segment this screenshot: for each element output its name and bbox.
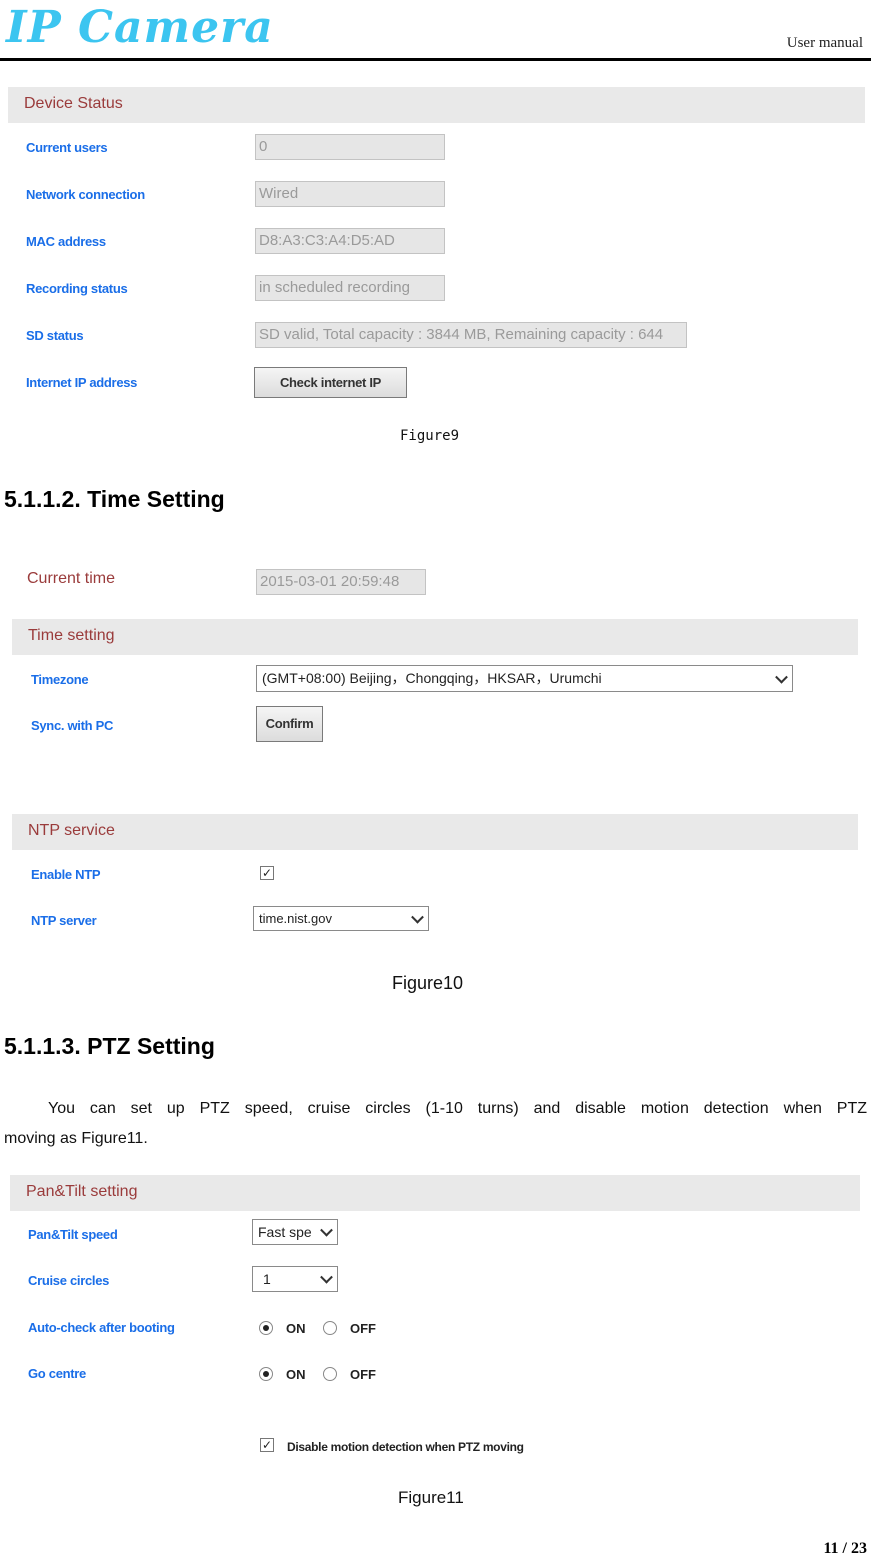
chevron-down-icon <box>411 910 424 924</box>
ntp-service-title: NTP service <box>28 822 115 839</box>
current-users-field: 0 <box>255 134 445 160</box>
recording-status-field: in scheduled recording <box>255 275 445 301</box>
figure9-caption: Figure9 <box>400 428 460 444</box>
internet-ip-label: Internet IP address <box>26 375 138 390</box>
ntp-server-value: time.nist.gov <box>259 911 332 926</box>
check-internet-ip-button[interactable]: Check internet IP <box>254 367 407 398</box>
enable-ntp-checkbox[interactable]: ✓ <box>260 866 274 880</box>
pan-tilt-speed-select[interactable]: Fast spe <box>252 1219 338 1245</box>
mac-address-field: D8:A3:C3:A4:D5:AD <box>255 228 445 254</box>
page-number: 11 / 23 <box>823 1540 867 1557</box>
disable-motion-label: Disable motion detection when PTZ moving <box>287 1440 524 1454</box>
cruise-circles-label: Cruise circles <box>28 1273 110 1288</box>
network-connection-field: Wired <box>255 181 445 207</box>
chevron-down-icon <box>320 1223 333 1237</box>
auto-check-on-label: ON <box>286 1321 306 1336</box>
ntp-server-select[interactable]: time.nist.gov <box>253 906 429 931</box>
ntp-service-header: NTP service <box>12 814 858 850</box>
mac-address-label: MAC address <box>26 234 106 249</box>
auto-check-on-radio[interactable] <box>259 1321 273 1335</box>
doc-type-label: User manual <box>786 35 863 51</box>
pan-tilt-speed-label: Pan&Tilt speed <box>28 1227 118 1242</box>
recording-status-label: Recording status <box>26 281 128 296</box>
auto-check-off-radio[interactable] <box>323 1321 337 1335</box>
figure10-caption: Figure10 <box>392 973 464 993</box>
network-connection-label: Network connection <box>26 187 145 202</box>
chevron-down-icon <box>320 1270 333 1284</box>
device-status-header: Device Status <box>8 87 865 123</box>
auto-check-off-label: OFF <box>350 1321 376 1336</box>
ntp-server-label: NTP server <box>31 913 97 928</box>
timezone-select[interactable]: (GMT+08:00) Beijing，Chongqing，HKSAR，Urum… <box>256 665 793 692</box>
sd-status-field: SD valid, Total capacity : 3844 MB, Rema… <box>255 322 687 348</box>
device-status-title: Device Status <box>24 95 123 112</box>
timezone-label: Timezone <box>31 672 89 687</box>
go-centre-off-radio[interactable] <box>323 1367 337 1381</box>
time-setting-header: Time setting <box>12 619 858 655</box>
pan-tilt-setting-title: Pan&Tilt setting <box>26 1183 138 1200</box>
sync-with-pc-label: Sync. with PC <box>31 718 114 733</box>
ptz-paragraph-line1: You can set up PTZ speed, cruise circles… <box>48 1100 867 1117</box>
timezone-value: (GMT+08:00) Beijing，Chongqing，HKSAR，Urum… <box>262 670 602 686</box>
confirm-button[interactable]: Confirm <box>256 706 323 742</box>
current-time-field: 2015-03-01 20:59:48 <box>256 569 426 595</box>
pan-tilt-speed-value: Fast spe <box>258 1224 312 1240</box>
enable-ntp-label: Enable NTP <box>31 867 101 882</box>
pan-tilt-setting-header: Pan&Tilt setting <box>10 1175 860 1211</box>
ip-camera-logo: IP Camera <box>6 2 274 53</box>
time-setting-title: Time setting <box>28 627 115 644</box>
go-centre-on-label: ON <box>286 1367 306 1382</box>
go-centre-on-radio[interactable] <box>259 1367 273 1381</box>
go-centre-label: Go centre <box>28 1366 86 1381</box>
chevron-down-icon <box>775 670 788 684</box>
ptz-setting-heading: 5.1.1.3. PTZ Setting <box>4 1033 215 1059</box>
go-centre-off-label: OFF <box>350 1367 376 1382</box>
header-divider <box>0 58 871 61</box>
checkmark-icon: ✓ <box>261 1438 273 1452</box>
current-time-label: Current time <box>27 570 116 587</box>
cruise-circles-value: 1 <box>263 1271 271 1287</box>
current-users-label: Current users <box>26 140 108 155</box>
checkmark-icon: ✓ <box>261 866 273 880</box>
ptz-paragraph-line2: moving as Figure11. <box>4 1130 148 1147</box>
disable-motion-checkbox[interactable]: ✓ <box>260 1438 274 1452</box>
auto-check-label: Auto-check after booting <box>28 1320 175 1335</box>
time-setting-heading: 5.1.1.2. Time Setting <box>4 486 225 512</box>
figure11-caption: Figure11 <box>398 1488 464 1507</box>
cruise-circles-select[interactable]: 1 <box>252 1266 338 1292</box>
sd-status-label: SD status <box>26 328 84 343</box>
